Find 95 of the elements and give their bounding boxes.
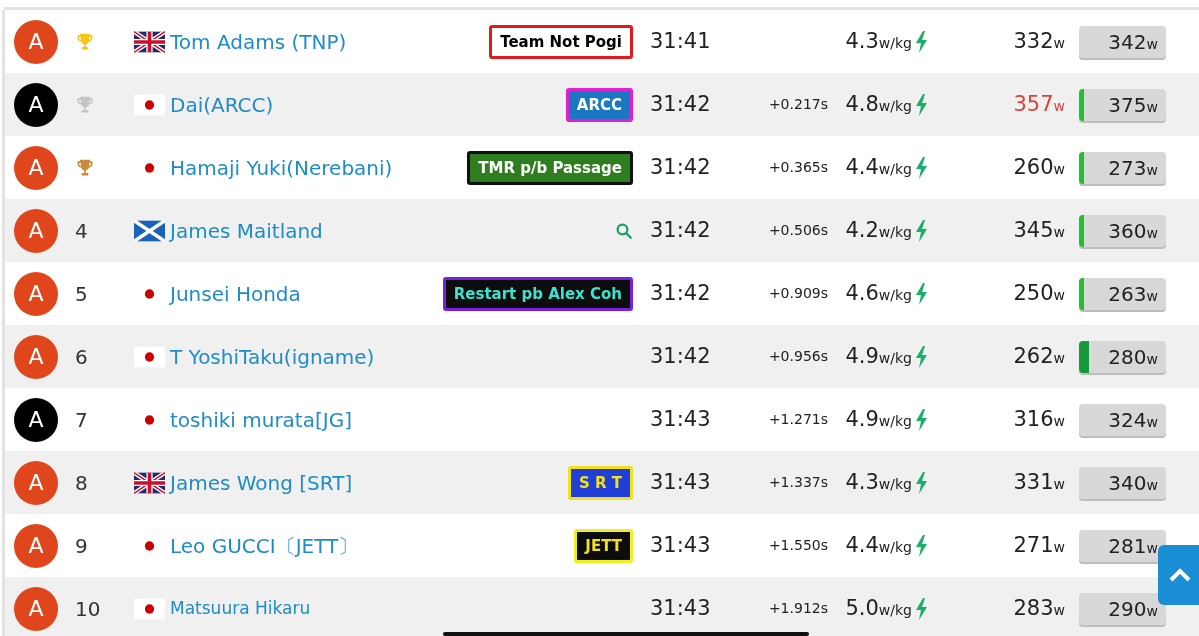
avatar[interactable]: A [14, 586, 58, 631]
team-tag: TMR p/b Passage [467, 150, 633, 185]
time: 31:43 [650, 532, 711, 557]
position: 5 [75, 280, 88, 308]
bolt-icon [914, 219, 928, 242]
team-tag: JETT [574, 528, 633, 563]
time-gap: +1.550s [768, 536, 828, 555]
power-button[interactable]: 281w [1079, 529, 1166, 562]
watts-per-kg: 4.3w/kg [845, 468, 912, 496]
bolt-icon [914, 93, 928, 116]
bolt-icon [914, 471, 928, 494]
team-tag: Restart pb Alex Coh [442, 276, 633, 311]
watts: 316w [1013, 405, 1065, 433]
bolt-icon [914, 282, 928, 305]
rider-name[interactable]: toshiki murata[JG] [170, 404, 352, 435]
time-gap: +1.912s [768, 599, 828, 618]
time: 31:41 [650, 28, 711, 53]
watts-per-kg: 5.0w/kg [845, 594, 912, 622]
watts: 357w [1013, 90, 1065, 118]
power-button[interactable]: 324w [1079, 403, 1166, 436]
avatar[interactable]: A [14, 271, 58, 316]
time: 31:43 [650, 406, 711, 431]
position: 10 [75, 595, 101, 623]
bolt-icon [914, 597, 928, 620]
rider-name[interactable]: Matsuura Hikaru [170, 595, 311, 622]
watts-per-kg: 4.3w/kg [845, 27, 912, 55]
bolt-icon [914, 408, 928, 431]
bolt-icon [914, 345, 928, 368]
watts: 250w [1013, 279, 1065, 307]
watts-per-kg: 4.4w/kg [845, 531, 912, 559]
bolt-icon [914, 30, 928, 53]
watts: 345w [1013, 216, 1065, 244]
position: 6 [75, 343, 88, 371]
rider-name[interactable]: Hamaji Yuki(Nerebani) [170, 152, 393, 183]
time: 31:42 [650, 280, 711, 305]
power-button[interactable]: 340w [1079, 466, 1166, 499]
watts: 332w [1013, 27, 1065, 55]
rider-name[interactable]: James Wong [SRT] [170, 467, 353, 498]
avatar[interactable]: A [14, 82, 58, 127]
avatar[interactable]: A [14, 397, 58, 442]
bolt-icon [914, 534, 928, 557]
position: 4 [75, 217, 88, 245]
avatar[interactable]: A [14, 145, 58, 190]
rider-name[interactable]: Tom Adams (TNP) [170, 26, 347, 57]
time-gap: +0.365s [768, 158, 828, 177]
power-button[interactable]: 273w [1079, 151, 1166, 184]
avatar[interactable]: A [14, 208, 58, 253]
watts: 271w [1013, 531, 1065, 559]
watts: 331w [1013, 468, 1065, 496]
power-button[interactable]: 280w [1079, 340, 1166, 373]
power-button[interactable]: 263w [1079, 277, 1166, 310]
watts-per-kg: 4.9w/kg [845, 342, 912, 370]
time-gap: +0.217s [768, 95, 828, 114]
avatar[interactable]: A [14, 523, 58, 568]
position: 8 [75, 469, 88, 497]
time-gap: +0.506s [768, 221, 828, 240]
chevron-up-icon [1168, 567, 1192, 583]
team-tag: Team Not Pogi [489, 24, 633, 59]
power-button[interactable]: 360w [1079, 214, 1166, 247]
bolt-icon [914, 156, 928, 179]
time: 31:42 [650, 91, 711, 116]
power-button[interactable]: 375w [1079, 88, 1166, 121]
time: 31:42 [650, 154, 711, 179]
watts-per-kg: 4.4w/kg [845, 153, 912, 181]
watts: 283w [1013, 594, 1065, 622]
rider-name[interactable]: Dai(ARCC) [170, 89, 274, 120]
time-gap: +0.909s [768, 284, 828, 303]
power-button[interactable]: 290w [1079, 592, 1166, 625]
power-button[interactable]: 342w [1079, 25, 1166, 58]
position: 9 [75, 532, 88, 560]
team-tag: S R T [567, 465, 633, 500]
time: 31:42 [650, 343, 711, 368]
team-tag: ARCC [565, 87, 633, 122]
position: 7 [75, 406, 88, 434]
avatar[interactable]: A [14, 460, 58, 505]
rider-name[interactable]: Leo GUCCI〔JETT〕 [170, 530, 359, 561]
watts-per-kg: 4.8w/kg [845, 90, 912, 118]
time-gap: +1.271s [768, 410, 828, 429]
scroll-top-button[interactable] [1158, 545, 1199, 605]
watts-per-kg: 4.6w/kg [845, 279, 912, 307]
watts: 260w [1013, 153, 1065, 181]
watts: 262w [1013, 342, 1065, 370]
time: 31:43 [650, 469, 711, 494]
avatar[interactable]: A [14, 334, 58, 379]
time: 31:42 [650, 217, 711, 242]
time-gap: +0.956s [768, 347, 828, 366]
watts-per-kg: 4.2w/kg [845, 216, 912, 244]
rider-name[interactable]: Junsei Honda [170, 278, 301, 309]
search-icon[interactable] [615, 221, 633, 240]
rider-name[interactable]: James Maitland [170, 215, 323, 246]
avatar[interactable]: A [14, 19, 58, 64]
rider-name[interactable]: T YoshiTaku(igname) [170, 341, 375, 372]
watts-per-kg: 4.9w/kg [845, 405, 912, 433]
time-gap: +1.337s [768, 473, 828, 492]
time: 31:43 [650, 595, 711, 620]
